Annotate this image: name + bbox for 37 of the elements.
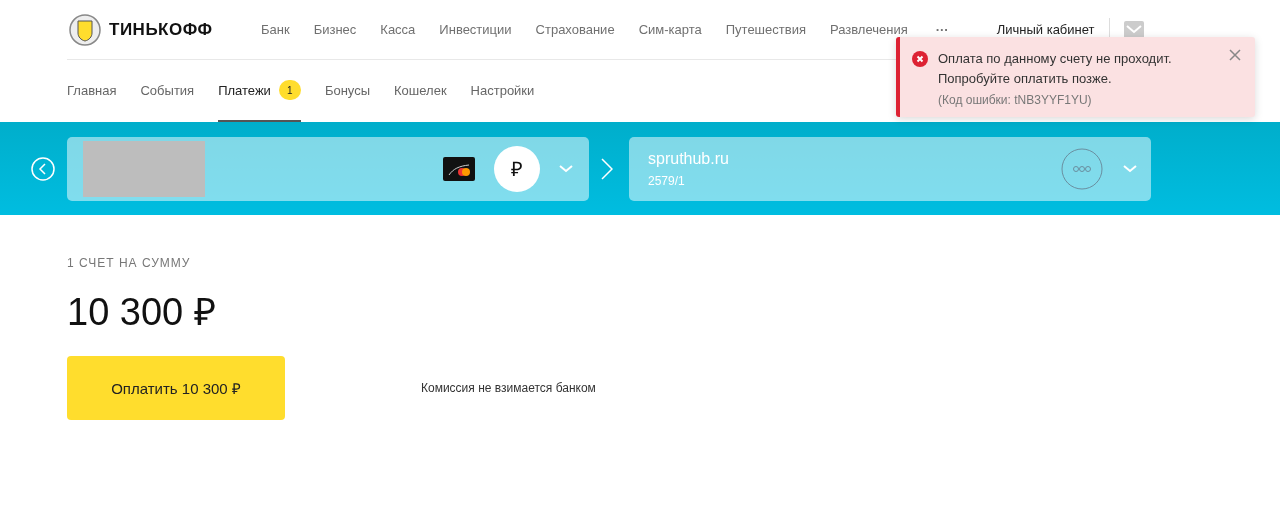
more-link[interactable]: ···	[935, 22, 949, 37]
tab[interactable]: Кошелек	[394, 60, 447, 122]
more-icon[interactable]	[1061, 147, 1103, 190]
payee-name: spruthub.ru	[648, 149, 729, 168]
nav-link[interactable]: Страхование	[535, 22, 615, 37]
error-message: Оплата по данному счету не проходит. Попробуйте оплатить позже.	[938, 50, 1173, 88]
nav-link[interactable]: Развлечения	[829, 22, 908, 37]
nav-link[interactable]: Путешествия	[725, 22, 806, 37]
tab[interactable]: Настройки	[470, 60, 535, 122]
chevron-down-icon[interactable]	[559, 164, 573, 173]
tab[interactable]: Главная	[67, 60, 117, 122]
summary-caption: 1 СЧЕТ НА СУММУ	[67, 256, 192, 270]
nav-link[interactable]: Бизнес	[313, 22, 357, 37]
error-code: (Код ошибки: tNB3YYF1YU)	[938, 93, 1093, 107]
back-icon[interactable]	[31, 156, 55, 181]
error-icon	[912, 51, 928, 67]
nav-link[interactable]: Касса	[380, 22, 416, 37]
mail-icon[interactable]	[1123, 20, 1144, 39]
close-icon[interactable]	[1229, 49, 1241, 61]
bank-card-icon	[443, 156, 475, 181]
account-link[interactable]: Личный кабинет	[996, 22, 1095, 37]
count-badge: 1	[278, 80, 301, 100]
nav-link[interactable]: Банк	[261, 22, 290, 37]
currency-badge: ₽	[494, 145, 540, 192]
chevron-right-icon	[601, 157, 613, 180]
logo-icon	[67, 13, 103, 46]
nav-link[interactable]: Сим-карта	[638, 22, 702, 37]
tab[interactable]: Бонусы	[324, 60, 371, 122]
total-amount: 10 300 ₽	[67, 290, 217, 335]
tab[interactable]: События	[140, 60, 195, 122]
source-card[interactable]: ₽	[67, 136, 589, 201]
nav-link[interactable]: Инвестиции	[439, 22, 512, 37]
pay-button[interactable]: Оплатить 10 300 ₽	[67, 356, 285, 420]
chevron-down-icon[interactable]	[1123, 164, 1137, 173]
commission-note: Комиссия не взимается банком	[421, 381, 596, 395]
brand-name[interactable]: ТИНЬКОФФ	[109, 19, 213, 40]
payee-number: 2579/1	[648, 173, 686, 188]
